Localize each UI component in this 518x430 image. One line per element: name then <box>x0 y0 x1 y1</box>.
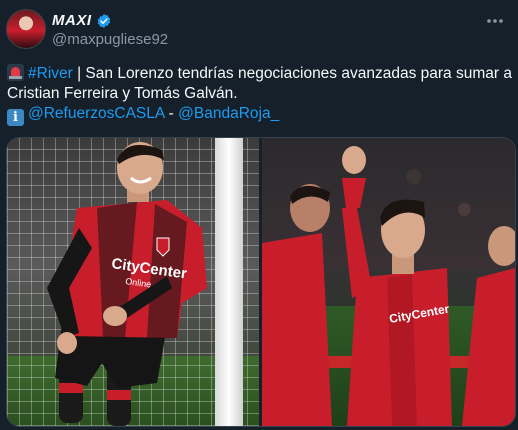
hashtag-river-link[interactable]: #River <box>28 65 73 82</box>
tweet-line-3: i @RefuerzosCASLA - @BandaRoja_ <box>7 104 513 126</box>
author-handle[interactable]: @maxpugliese92 <box>52 31 168 48</box>
tweet-photo-left[interactable]: CityCenter Online <box>7 138 259 426</box>
verified-badge-icon <box>97 13 110 28</box>
author-avatar[interactable] <box>6 9 46 49</box>
tweet-photo-right[interactable]: CityCenter <box>262 138 515 426</box>
tweet-text: #River | San Lorenzo tendrías negociacio… <box>7 64 513 126</box>
author-name-row[interactable]: MAXI <box>52 12 112 29</box>
mention-refuerzoscasla-link[interactable]: @RefuerzosCASLA <box>28 105 164 122</box>
player-figures-right: CityCenter <box>262 146 515 426</box>
mention-bandaroja-link[interactable]: @BandaRoja_ <box>178 105 279 122</box>
more-dots-icon[interactable] <box>484 10 506 32</box>
tweet-media-grid: CityCenter Online CityCenter <box>6 137 516 427</box>
tweet-line-1-text: | San Lorenzo tendrías negociaciones ava… <box>72 65 512 82</box>
tweet-line-1: #River | San Lorenzo tendrías negociacio… <box>7 64 513 84</box>
mention-separator: - <box>164 105 179 122</box>
author-display-name[interactable]: MAXI <box>52 12 92 29</box>
tweet-line-2: Cristian Ferreira y Tomás Galván. <box>7 85 238 102</box>
player-figure-left: CityCenter Online <box>47 142 207 426</box>
information-icon: i <box>7 109 24 126</box>
rotating-light-icon <box>7 64 24 81</box>
